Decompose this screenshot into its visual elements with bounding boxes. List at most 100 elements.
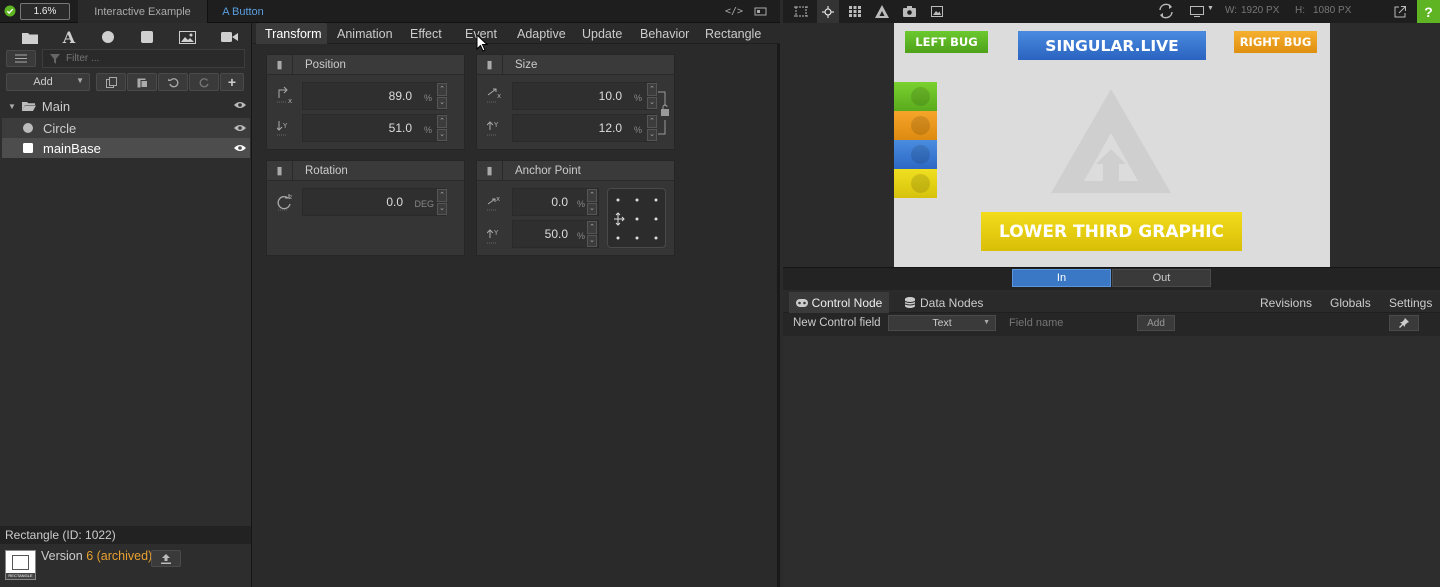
chevron-down-icon[interactable]: ⌄ <box>587 234 597 247</box>
chevron-up-icon[interactable]: ⌃ <box>437 189 447 202</box>
anchor-dot[interactable] <box>635 217 639 221</box>
tab-rectangle[interactable]: Rectangle <box>705 27 761 41</box>
size-width-value[interactable]: 10.0 <box>599 89 622 103</box>
position-x-value[interactable]: 89.0 <box>389 89 412 103</box>
anchor-x-value[interactable]: 0.0 <box>551 195 568 209</box>
out-button[interactable]: Out <box>1112 269 1211 287</box>
list-view-button[interactable] <box>6 50 36 67</box>
paste-icon[interactable]: ▮ <box>267 54 293 75</box>
rectangle-icon[interactable] <box>137 27 157 47</box>
filter-input[interactable] <box>66 53 236 64</box>
tab-transform[interactable]: Transform <box>265 27 322 41</box>
tab-effect[interactable]: Effect <box>410 27 442 41</box>
tab-behavior[interactable]: Behavior <box>640 27 689 41</box>
circle-icon[interactable] <box>98 27 118 47</box>
monitor-icon[interactable] <box>1188 5 1206 18</box>
size-height-value[interactable]: 12.0 <box>599 121 622 135</box>
anchor-y-stepper[interactable]: ⌃ ⌄ <box>587 221 597 247</box>
position-y-value[interactable]: 51.0 <box>389 121 412 135</box>
tab-control-node[interactable]: Control Node <box>789 292 889 313</box>
canvas-preview[interactable]: LEFT BUG SINGULAR.LIVE RIGHT BUG LOWER T… <box>894 23 1330 267</box>
eye-icon[interactable] <box>234 144 246 152</box>
anchor-dot[interactable] <box>616 198 620 202</box>
anchor-dot[interactable] <box>654 217 658 221</box>
width-value[interactable]: 1920 PX <box>1241 5 1279 16</box>
code-icon[interactable]: </> <box>725 4 743 18</box>
sync-icon[interactable] <box>1156 2 1176 20</box>
size-height-field[interactable]: 12.0 % <box>512 114 656 142</box>
green-button-graphic[interactable] <box>894 82 937 111</box>
tab-animation[interactable]: Animation <box>337 27 393 41</box>
caret-down-icon[interactable]: ▼ <box>8 102 16 111</box>
yellow-button-graphic[interactable] <box>894 169 937 198</box>
size-width-stepper[interactable]: ⌃ ⌄ <box>647 83 657 109</box>
upload-button[interactable] <box>151 550 181 567</box>
anchor-dot[interactable] <box>635 236 639 240</box>
right-bug-graphic[interactable]: RIGHT BUG <box>1234 31 1317 53</box>
rotation-stepper[interactable]: ⌃ ⌄ <box>437 189 447 215</box>
chevron-down-icon[interactable]: ⌄ <box>587 202 597 215</box>
image-icon[interactable] <box>177 27 197 47</box>
check-icon[interactable] <box>4 5 16 17</box>
eye-icon[interactable] <box>234 124 246 132</box>
rotation-value[interactable]: 0.0 <box>386 195 403 209</box>
image-icon[interactable] <box>929 4 945 19</box>
title-graphic[interactable]: SINGULAR.LIVE <box>1018 31 1206 60</box>
select-frame-icon[interactable] <box>793 4 809 19</box>
in-button[interactable]: In <box>1012 269 1111 287</box>
anchor-dot[interactable] <box>635 198 639 202</box>
size-width-field[interactable]: 10.0 % <box>512 82 656 110</box>
anchor-y-value[interactable]: 50.0 <box>545 227 568 241</box>
paste-icon[interactable]: ▮ <box>267 160 293 181</box>
breadcrumb-item-composition[interactable]: A Button <box>208 0 278 23</box>
size-height-stepper[interactable]: ⌃ ⌄ <box>647 115 657 141</box>
chevron-up-icon[interactable]: ⌃ <box>437 83 447 96</box>
tab-settings[interactable]: Settings <box>1389 296 1432 310</box>
chevron-down-icon[interactable]: ⌄ <box>437 202 447 215</box>
paste-button[interactable] <box>127 73 157 91</box>
plus-icon[interactable]: + <box>220 73 244 91</box>
tab-update[interactable]: Update <box>582 27 622 41</box>
undo-button[interactable] <box>158 73 188 91</box>
duplicate-button[interactable] <box>96 73 126 91</box>
lock-ratio-icon[interactable] <box>658 91 672 135</box>
redo-button[interactable] <box>189 73 219 91</box>
lower-third-graphic[interactable]: LOWER THIRD GRAPHIC <box>981 212 1242 251</box>
crosshair-icon[interactable] <box>820 4 836 19</box>
paste-icon[interactable]: ▮ <box>477 54 503 75</box>
folder-icon[interactable] <box>20 27 40 47</box>
position-y-stepper[interactable]: ⌃ ⌄ <box>437 115 447 141</box>
anchor-dot[interactable] <box>654 236 658 240</box>
help-button[interactable]: ? <box>1417 0 1440 23</box>
position-y-field[interactable]: 51.0 % <box>302 114 446 142</box>
field-type-select[interactable]: Text ▼ <box>888 315 996 331</box>
version-value[interactable]: 6 (archived) <box>86 549 152 563</box>
chevron-up-icon[interactable]: ⌃ <box>587 189 597 202</box>
position-x-stepper[interactable]: ⌃ ⌄ <box>437 83 447 109</box>
tab-data-nodes[interactable]: Data Nodes <box>905 292 983 313</box>
external-link-icon[interactable] <box>1392 4 1408 19</box>
chevron-up-icon[interactable]: ⌃ <box>587 221 597 234</box>
anchor-x-stepper[interactable]: ⌃ ⌄ <box>587 189 597 215</box>
anchor-y-field[interactable]: 50.0 % <box>512 220 599 248</box>
eye-icon[interactable] <box>234 101 246 109</box>
tab-adaptive[interactable]: Adaptive <box>517 27 566 41</box>
orange-button-graphic[interactable] <box>894 111 937 140</box>
chevron-up-icon[interactable]: ⌃ <box>437 115 447 128</box>
chevron-down-icon[interactable]: ⌄ <box>437 128 447 141</box>
filter-box[interactable] <box>42 49 245 68</box>
tree-item-mainbase[interactable]: mainBase <box>2 138 250 158</box>
caret-down-icon[interactable]: ▼ <box>1207 5 1214 12</box>
tab-globals[interactable]: Globals <box>1330 296 1371 310</box>
zoom-field[interactable]: 1.6% <box>20 3 70 20</box>
field-name-input[interactable] <box>1003 315 1133 331</box>
grid-icon[interactable] <box>847 4 863 19</box>
chevron-down-icon[interactable]: ⌄ <box>647 128 657 141</box>
paste-icon[interactable]: ▮ <box>477 160 503 181</box>
chevron-up-icon[interactable]: ⌃ <box>647 83 657 96</box>
breadcrumb-item-project[interactable]: Interactive Example <box>78 0 208 23</box>
add-field-button[interactable]: Add <box>1137 315 1175 331</box>
chevron-up-icon[interactable]: ⌃ <box>647 115 657 128</box>
tree-item-circle[interactable]: Circle <box>2 118 250 138</box>
anchor-grid[interactable] <box>607 188 666 248</box>
